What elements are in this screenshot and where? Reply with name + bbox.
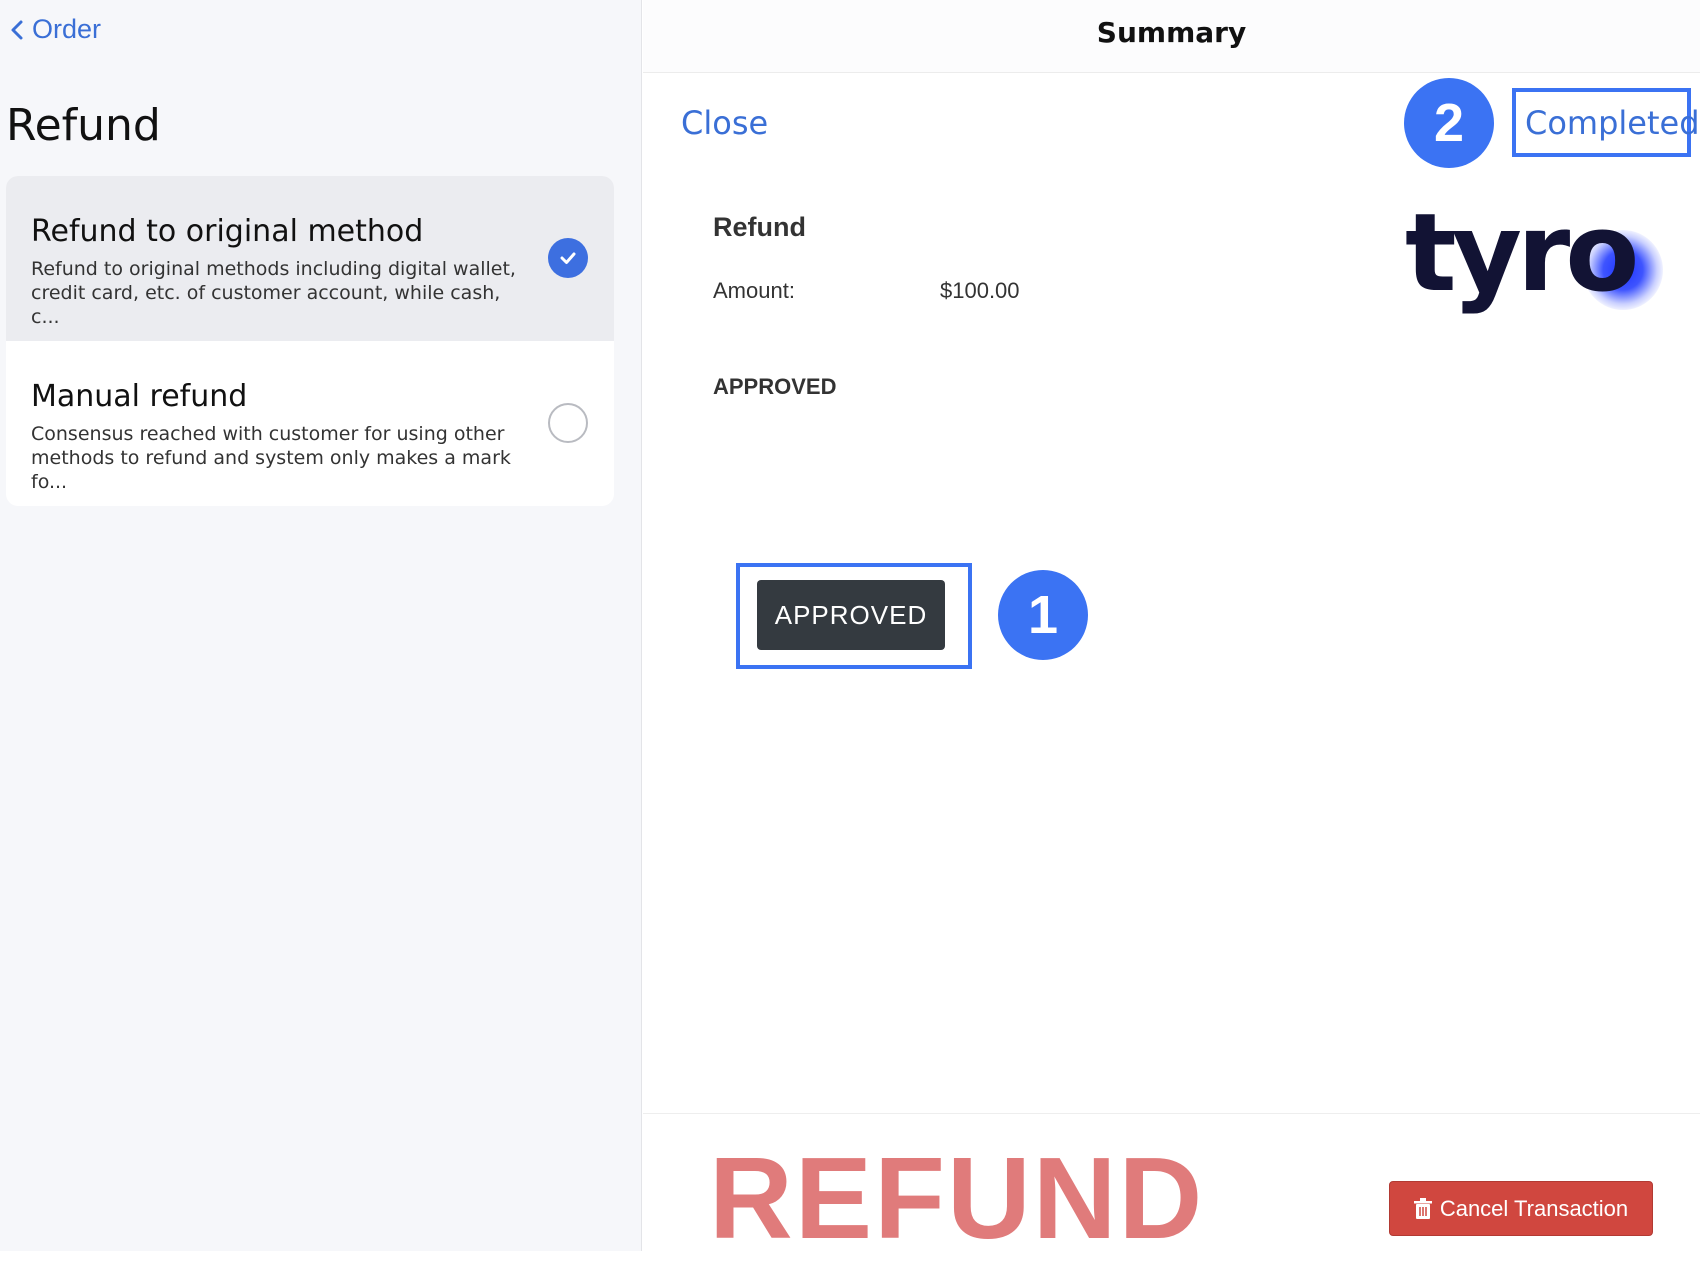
- tyro-logo: tyro: [1405, 200, 1665, 330]
- cancel-transaction-button[interactable]: Cancel Transaction: [1389, 1181, 1653, 1236]
- page-title: Refund: [6, 100, 161, 151]
- back-button[interactable]: Order: [10, 14, 101, 45]
- summary-header: Summary: [643, 0, 1700, 73]
- chevron-left-icon: [11, 20, 23, 39]
- option-description: Consensus reached with customer for usin…: [31, 423, 511, 493]
- summary-panel: Summary Close 2 Completed Refund Amount:…: [643, 0, 1700, 1256]
- refund-banner: REFUND: [709, 1133, 1205, 1263]
- refund-method-list: Refund to original method Refund to orig…: [6, 176, 614, 506]
- option-manual-refund[interactable]: Manual refund Consensus reached with cus…: [6, 341, 614, 506]
- back-label: Order: [32, 14, 102, 44]
- option-description: Refund to original methods including dig…: [31, 258, 516, 328]
- radio-checked-icon[interactable]: [548, 238, 588, 278]
- cancel-transaction-label: Cancel Transaction: [1439, 1195, 1629, 1221]
- approved-button[interactable]: APPROVED: [757, 580, 945, 650]
- radio-unchecked-icon[interactable]: [548, 403, 588, 443]
- option-title: Refund to original method: [31, 214, 424, 249]
- option-refund-original[interactable]: Refund to original method Refund to orig…: [6, 176, 614, 341]
- logo-text: tyro: [1405, 191, 1639, 316]
- step-marker-1: 1: [998, 570, 1088, 660]
- close-button[interactable]: Close: [681, 104, 768, 142]
- receipt-heading: Refund: [713, 212, 806, 242]
- option-title: Manual refund: [31, 379, 248, 414]
- checkmark-icon: [560, 252, 576, 264]
- trash-icon: [1413, 1197, 1432, 1219]
- receipt-status: APPROVED: [713, 374, 837, 399]
- footer-divider: [643, 1113, 1700, 1114]
- completed-button[interactable]: Completed: [1525, 104, 1700, 142]
- summary-title: Summary: [1096, 16, 1247, 49]
- step-marker-2: 2: [1404, 78, 1494, 168]
- refund-options-panel: Order Refund Refund to original method R…: [0, 0, 642, 1251]
- amount-value: $100.00: [940, 278, 1020, 303]
- amount-label: Amount:: [713, 278, 795, 303]
